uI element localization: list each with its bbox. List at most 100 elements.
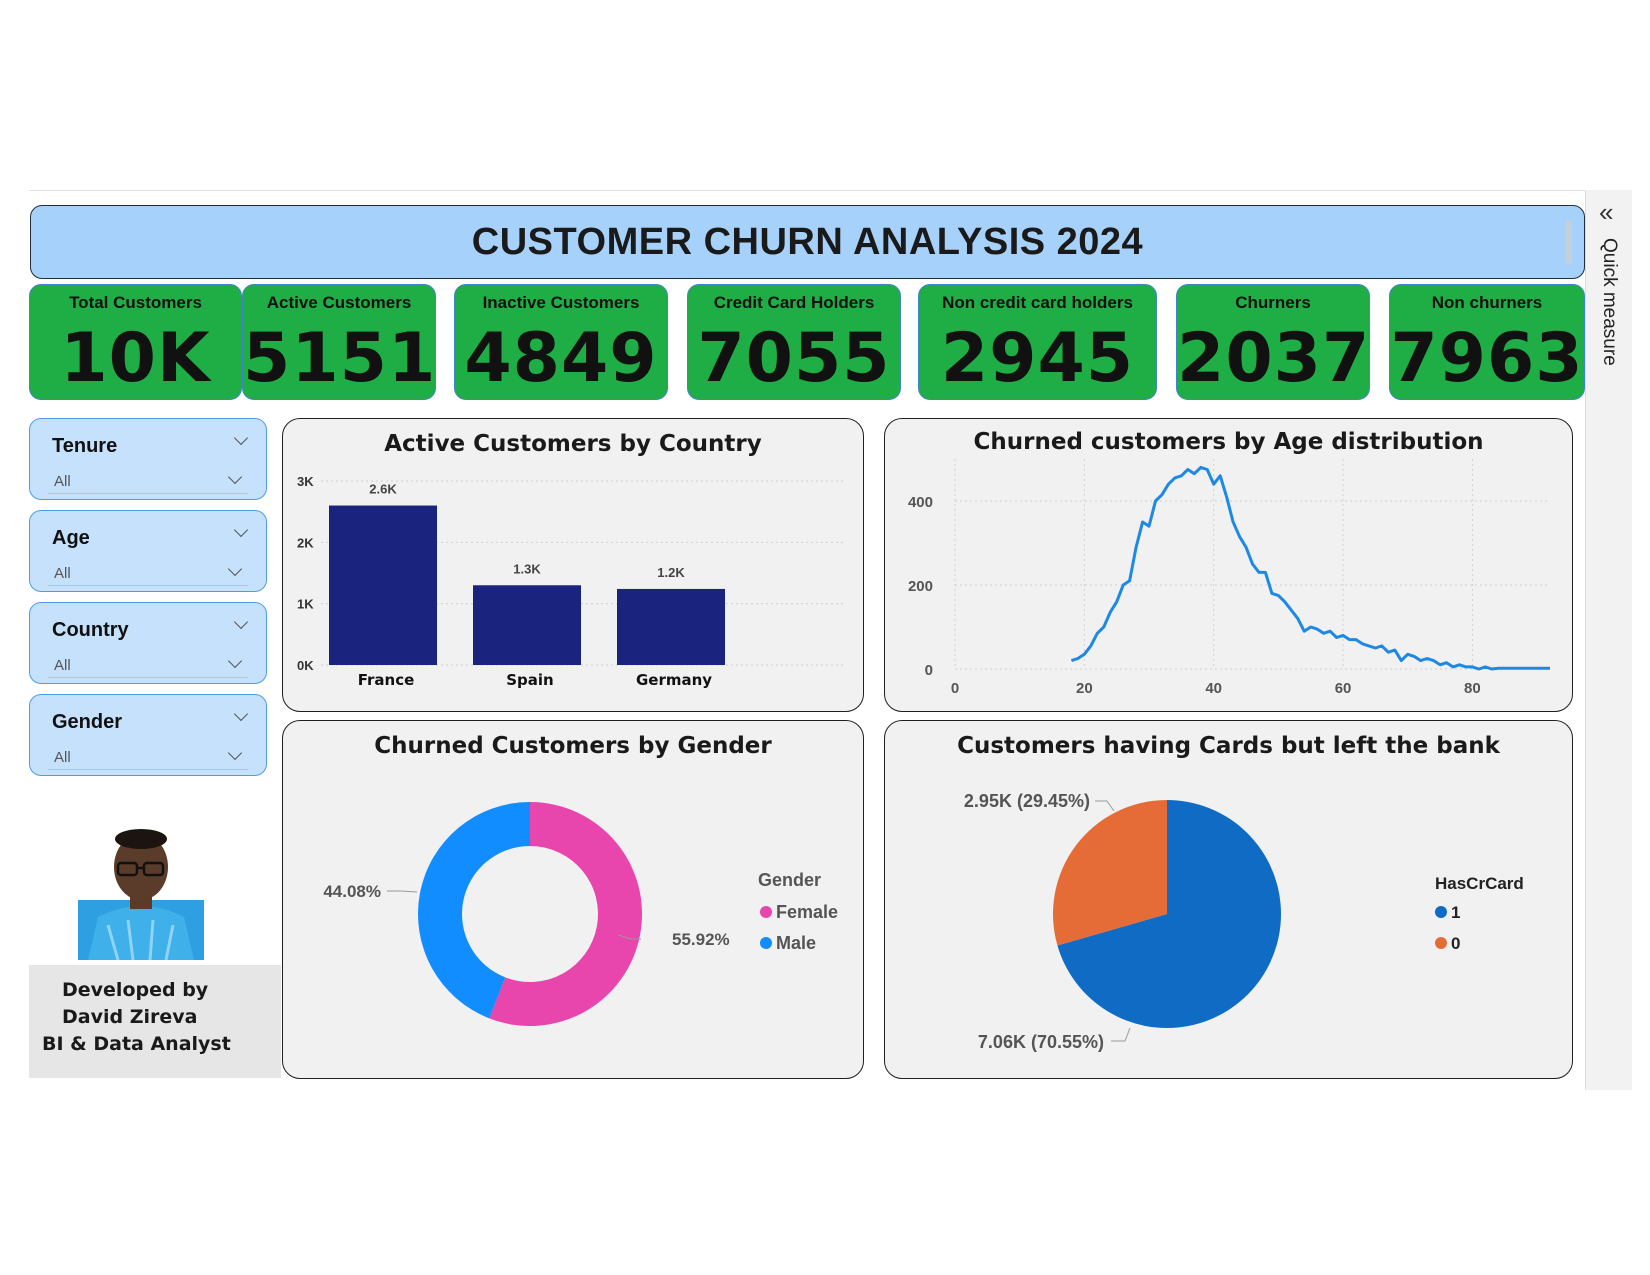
legend-marker <box>1435 906 1447 918</box>
kpi-value: 7055 <box>697 319 891 398</box>
quick-measure-label: Quick measure <box>1599 238 1620 366</box>
legend-item: Female <box>776 902 838 922</box>
kpi-label: Active Customers <box>266 293 412 312</box>
developer-name: David Zireva <box>62 1006 198 1028</box>
slicer-dropdown[interactable]: All <box>48 743 248 770</box>
kpi-value: 10K <box>60 319 211 398</box>
slicer-value: All <box>54 473 71 490</box>
kpi-card-active-customers: Active Customers 5151 <box>242 284 436 400</box>
legend-item: 1 <box>1451 903 1460 922</box>
bar-germany <box>617 588 725 665</box>
chart-churn-by-age[interactable]: Churned customers by Age distribution 02… <box>884 418 1573 712</box>
developer-role: BI & Data Analyst <box>42 1033 231 1055</box>
data-label: 7.06K (70.55%) <box>978 1032 1104 1052</box>
dashboard-title-banner: CUSTOMER CHURN ANALYSIS 2024 <box>30 205 1585 279</box>
x-tick-label: Germany <box>636 671 712 689</box>
kpi-label: Inactive Customers <box>482 293 640 312</box>
data-label: 2.6K <box>369 482 397 497</box>
developer-credit-line1: Developed by <box>62 979 209 1001</box>
kpi-label: Churners <box>1235 293 1311 312</box>
data-label: 44.08% <box>323 882 381 901</box>
kpi-label: Credit Card Holders <box>713 293 875 312</box>
y-tick-label: 200 <box>908 578 933 595</box>
donut-chart-svg: 55.92% 44.08% Gender Female Male <box>323 802 838 1026</box>
developer-credit: Developed by David Zireva BI & Data Anal… <box>29 965 281 1078</box>
chevron-down-icon[interactable] <box>233 430 249 446</box>
legend-marker <box>1435 937 1447 949</box>
leader-line <box>387 890 418 893</box>
kpi-label: Non churners <box>1431 293 1543 312</box>
slicer-title: Gender <box>52 711 123 733</box>
y-tick-label: 1K <box>297 597 314 612</box>
kpi-label: Non credit card holders <box>942 293 1133 312</box>
y-tick-label: 0K <box>297 658 314 673</box>
kpi-value: 4849 <box>464 319 658 398</box>
slicer-country[interactable]: Country All <box>29 602 267 684</box>
slicer-title: Tenure <box>52 435 118 457</box>
kpi-card-total-customers: Total Customers 10K <box>29 284 242 400</box>
chevron-down-icon[interactable] <box>227 561 243 577</box>
slicer-dropdown[interactable]: All <box>48 467 248 494</box>
chevron-down-icon[interactable] <box>233 522 249 538</box>
page-title: CUSTOMER CHURN ANALYSIS 2024 <box>471 220 1144 263</box>
chart-churn-by-gender[interactable]: Churned Customers by Gender 55.92% 44.08%… <box>282 720 864 1079</box>
leader-line <box>1111 1027 1131 1042</box>
data-label: 2.95K (29.45%) <box>964 791 1090 811</box>
y-tick-label: 0 <box>925 662 933 679</box>
slicer-value: All <box>54 565 71 582</box>
slicer-tenure[interactable]: Tenure All <box>29 418 267 500</box>
slicer-dropdown[interactable]: All <box>48 559 248 586</box>
chevron-down-icon[interactable] <box>227 469 243 485</box>
bar-france <box>329 505 437 665</box>
line-chart-svg: 0 200 400 0 20 40 60 80 <box>908 459 1550 697</box>
chart-cards-left-bank[interactable]: Customers having Cards but left the bank… <box>884 720 1573 1079</box>
kpi-label: Total Customers <box>69 293 202 312</box>
quick-measure-pane[interactable]: « Quick measure <box>1585 190 1632 1090</box>
scroll-grip[interactable] <box>1565 220 1572 264</box>
slicer-title: Country <box>52 619 129 641</box>
slicer-title: Age <box>52 527 90 549</box>
y-tick-label: 2K <box>297 535 314 550</box>
x-tick-label: Spain <box>506 671 553 689</box>
kpi-card-credit-card-holders: Credit Card Holders 7055 <box>687 284 901 400</box>
kpi-card-non-credit-card-holders: Non credit card holders 2945 <box>918 284 1157 400</box>
x-tick-label: 40 <box>1205 680 1222 697</box>
kpi-value: 7963 <box>1390 319 1584 398</box>
legend-marker <box>760 937 772 949</box>
chevron-down-icon[interactable] <box>233 614 249 630</box>
x-tick-label: 60 <box>1335 680 1352 697</box>
data-label: 1.2K <box>657 565 685 580</box>
slicer-value: All <box>54 749 71 766</box>
x-tick-label: 80 <box>1464 680 1481 697</box>
developer-photo <box>78 825 204 961</box>
legend-title: HasCrCard <box>1435 874 1524 893</box>
legend-item: Male <box>776 933 816 953</box>
chevron-down-icon[interactable] <box>227 745 243 761</box>
slicer-value: All <box>54 657 71 674</box>
pie-chart-svg: 7.06K (70.55%) 2.95K (29.45%) HasCrCard 1 0 <box>964 791 1524 1052</box>
leader-line <box>1095 800 1115 812</box>
kpi-card-non-churners: Non churners 7963 <box>1389 284 1585 400</box>
bar-spain <box>473 585 581 665</box>
x-tick-label: France <box>358 671 415 689</box>
kpi-value: 2037 <box>1177 319 1371 398</box>
kpi-value: 5151 <box>243 319 437 398</box>
legend-item: 0 <box>1451 934 1460 953</box>
kpi-card-churners: Churners 2037 <box>1176 284 1370 400</box>
legend-title: Gender <box>758 870 821 890</box>
y-tick-label: 400 <box>908 494 933 511</box>
series-line <box>1070 465 1550 671</box>
chart-active-by-country[interactable]: Active Customers by Country 0K 1K 2K 3K 2.6K… <box>282 418 864 712</box>
y-tick-label: 3K <box>297 474 314 489</box>
bar-chart-svg: 0K 1K 2K 3K 2.6K France 1.3K Spain 1.2K Germany <box>297 474 843 689</box>
chevron-down-icon[interactable] <box>233 706 249 722</box>
x-tick-label: 0 <box>951 680 959 697</box>
legend-marker <box>760 906 772 918</box>
chevron-down-icon[interactable] <box>227 653 243 669</box>
double-chevron-left-icon[interactable]: « <box>1599 199 1613 225</box>
slicer-dropdown[interactable]: All <box>48 651 248 678</box>
slicer-age[interactable]: Age All <box>29 510 267 592</box>
kpi-value: 2945 <box>940 319 1135 398</box>
slicer-gender[interactable]: Gender All <box>29 694 267 776</box>
data-label: 55.92% <box>672 930 730 949</box>
